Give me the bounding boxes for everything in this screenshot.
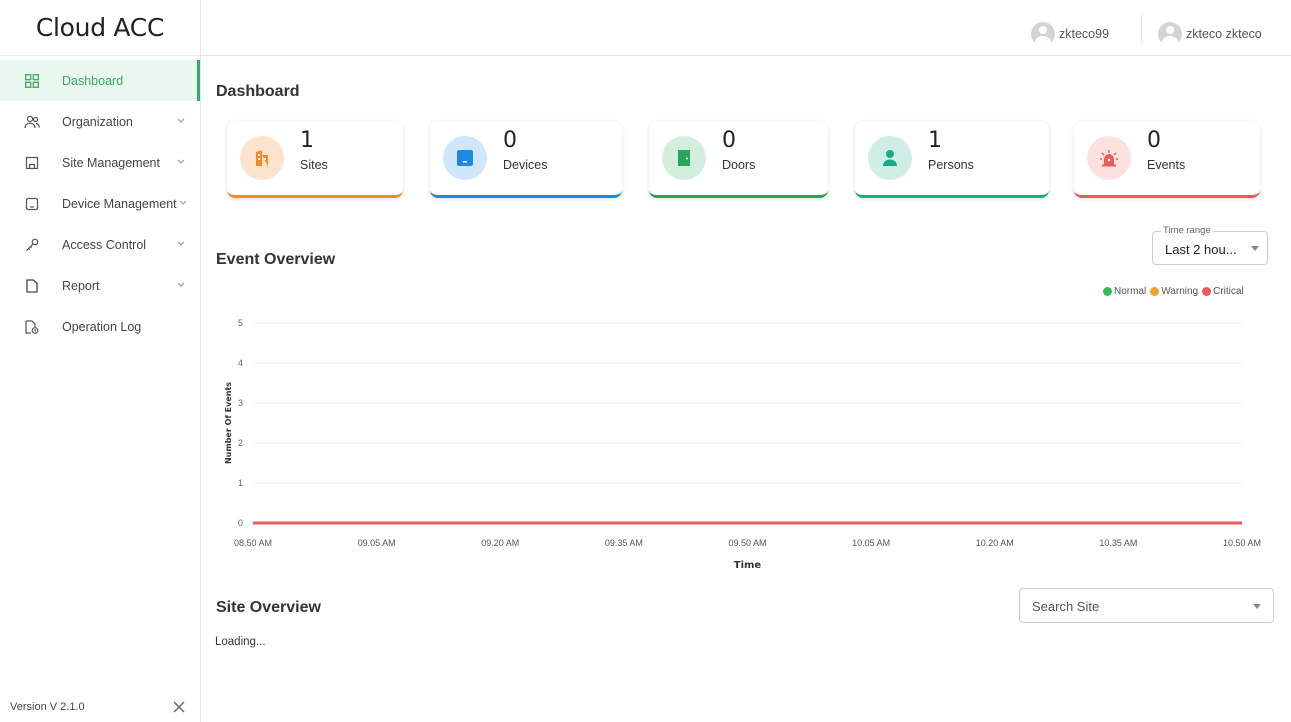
alarm-icon	[1087, 136, 1131, 180]
sidebar-footer: Version V 2.1.0	[0, 692, 200, 722]
legend-item-warning[interactable]: Warning	[1150, 286, 1198, 297]
caret-down-icon	[1251, 246, 1259, 251]
y-tick-label: 5	[238, 318, 243, 328]
time-range-select[interactable]: Time range Last 2 hou...	[1152, 225, 1268, 265]
page-title: Dashboard	[216, 83, 300, 100]
sidebar-item-label: Device Management	[62, 196, 177, 211]
x-tick-label: 09.20 AM	[481, 538, 519, 548]
stat-card-doors[interactable]: 0 Doors	[649, 121, 828, 198]
stat-card-devices[interactable]: 0 Devices	[430, 121, 622, 198]
sidebar-item-device-management[interactable]: Device Management	[0, 183, 200, 224]
person-icon	[868, 136, 912, 180]
stat-card-sites[interactable]: 1 Sites	[227, 121, 403, 198]
chart-legend: Normal Warning Critical	[1099, 286, 1244, 297]
time-range-value: Last 2 hou...	[1165, 242, 1237, 257]
avatar	[1031, 22, 1055, 46]
stat-label: Devices	[503, 158, 548, 172]
stat-value: 1	[300, 128, 314, 153]
top-header: zkteco99 zkteco zkteco	[201, 0, 1291, 56]
chevron-down-icon	[177, 282, 185, 287]
sidebar-item-label: Organization	[62, 114, 133, 129]
x-tick-label: 09.05 AM	[358, 538, 396, 548]
event-overview-chart: 0 1 2 3 4 5 08.50 AM 09.05 AM 09.20 AM 09.35 AM 09…	[224, 318, 1261, 571]
version-label: Version V 2.1.0	[10, 701, 85, 713]
stat-label: Events	[1147, 158, 1186, 172]
stat-value: 0	[503, 128, 517, 153]
x-tick-label: 10.05 AM	[852, 538, 890, 548]
sidebar-item-label: Dashboard	[62, 73, 124, 88]
x-tick-label: 09.35 AM	[605, 538, 643, 548]
caret-down-icon	[1253, 604, 1261, 609]
legend-item-critical[interactable]: Critical	[1202, 286, 1244, 297]
username: zkteco zkteco	[1186, 27, 1262, 41]
stat-value: 1	[928, 128, 942, 153]
chevron-down-icon	[179, 200, 187, 205]
site-loading-text: Loading...	[215, 636, 266, 648]
event-overview-title: Event Overview	[216, 251, 336, 268]
y-tick-label: 0	[238, 518, 243, 528]
y-tick-label: 3	[238, 398, 243, 408]
avatar	[1158, 22, 1182, 46]
key-icon	[24, 237, 40, 253]
people-icon	[24, 114, 40, 130]
building-icon	[24, 155, 40, 171]
sidebar-item-organization[interactable]: Organization	[0, 101, 200, 142]
app-brand: Cloud ACC	[0, 0, 200, 56]
user-menu-secondary[interactable]: zkteco zkteco	[1158, 22, 1262, 46]
stat-value: 0	[1147, 128, 1161, 153]
header-divider	[1141, 14, 1142, 44]
y-tick-label: 1	[238, 478, 243, 488]
door-icon	[662, 136, 706, 180]
sidebar-item-label: Report	[62, 278, 100, 293]
user-menu-primary[interactable]: zkteco99	[1031, 22, 1109, 46]
chevron-down-icon	[177, 241, 185, 246]
building-icon	[240, 136, 284, 180]
sidebar-item-operation-log[interactable]: Operation Log	[0, 306, 200, 347]
stat-card-persons[interactable]: 1 Persons	[855, 121, 1049, 198]
sidebar-item-site-management[interactable]: Site Management	[0, 142, 200, 183]
sidebar-item-label: Site Management	[62, 155, 160, 170]
x-axis-label: Time	[734, 560, 762, 571]
y-axis-label: Number Of Events	[224, 382, 233, 464]
chevron-down-icon	[177, 159, 185, 164]
stat-label: Doors	[722, 158, 756, 172]
username: zkteco99	[1059, 27, 1110, 41]
close-icon[interactable]	[172, 700, 186, 714]
document-icon	[24, 278, 40, 294]
x-tick-label: 08.50 AM	[234, 538, 272, 548]
chevron-down-icon	[177, 118, 185, 123]
sidebar: Cloud ACC Dashboard Organization Site Ma…	[0, 0, 201, 722]
y-tick-label: 4	[238, 358, 243, 368]
log-icon	[24, 319, 40, 335]
stat-label: Sites	[300, 158, 328, 172]
search-site-placeholder: Search Site	[1032, 599, 1100, 614]
x-tick-label: 10.20 AM	[976, 538, 1014, 548]
sidebar-item-report[interactable]: Report	[0, 265, 200, 306]
x-tick-label: 10.50 AM	[1223, 538, 1261, 548]
time-range-label: Time range	[1161, 225, 1213, 236]
legend-item-normal[interactable]: Normal	[1103, 286, 1146, 297]
sidebar-item-access-control[interactable]: Access Control	[0, 224, 200, 265]
sidebar-item-label: Access Control	[62, 237, 147, 252]
sidebar-nav: Dashboard Organization Site Management D…	[0, 60, 200, 347]
sidebar-item-dashboard[interactable]: Dashboard	[0, 60, 200, 101]
sidebar-item-label: Operation Log	[62, 319, 142, 334]
stat-card-events[interactable]: 0 Events	[1074, 121, 1260, 198]
site-overview-title: Site Overview	[216, 599, 321, 616]
stat-label: Persons	[928, 158, 974, 172]
grid-icon	[24, 73, 40, 89]
stat-value: 0	[722, 128, 736, 153]
device-icon	[443, 136, 487, 180]
search-site-select[interactable]: Search Site	[1019, 588, 1274, 623]
main-content: Dashboard 1 Sites 0 Devices 0 Doors 1 Pe…	[201, 56, 1291, 722]
device-icon	[24, 196, 40, 212]
x-tick-label: 10.35 AM	[1099, 538, 1137, 548]
y-tick-label: 2	[238, 438, 243, 448]
x-tick-label: 09.50 AM	[728, 538, 766, 548]
